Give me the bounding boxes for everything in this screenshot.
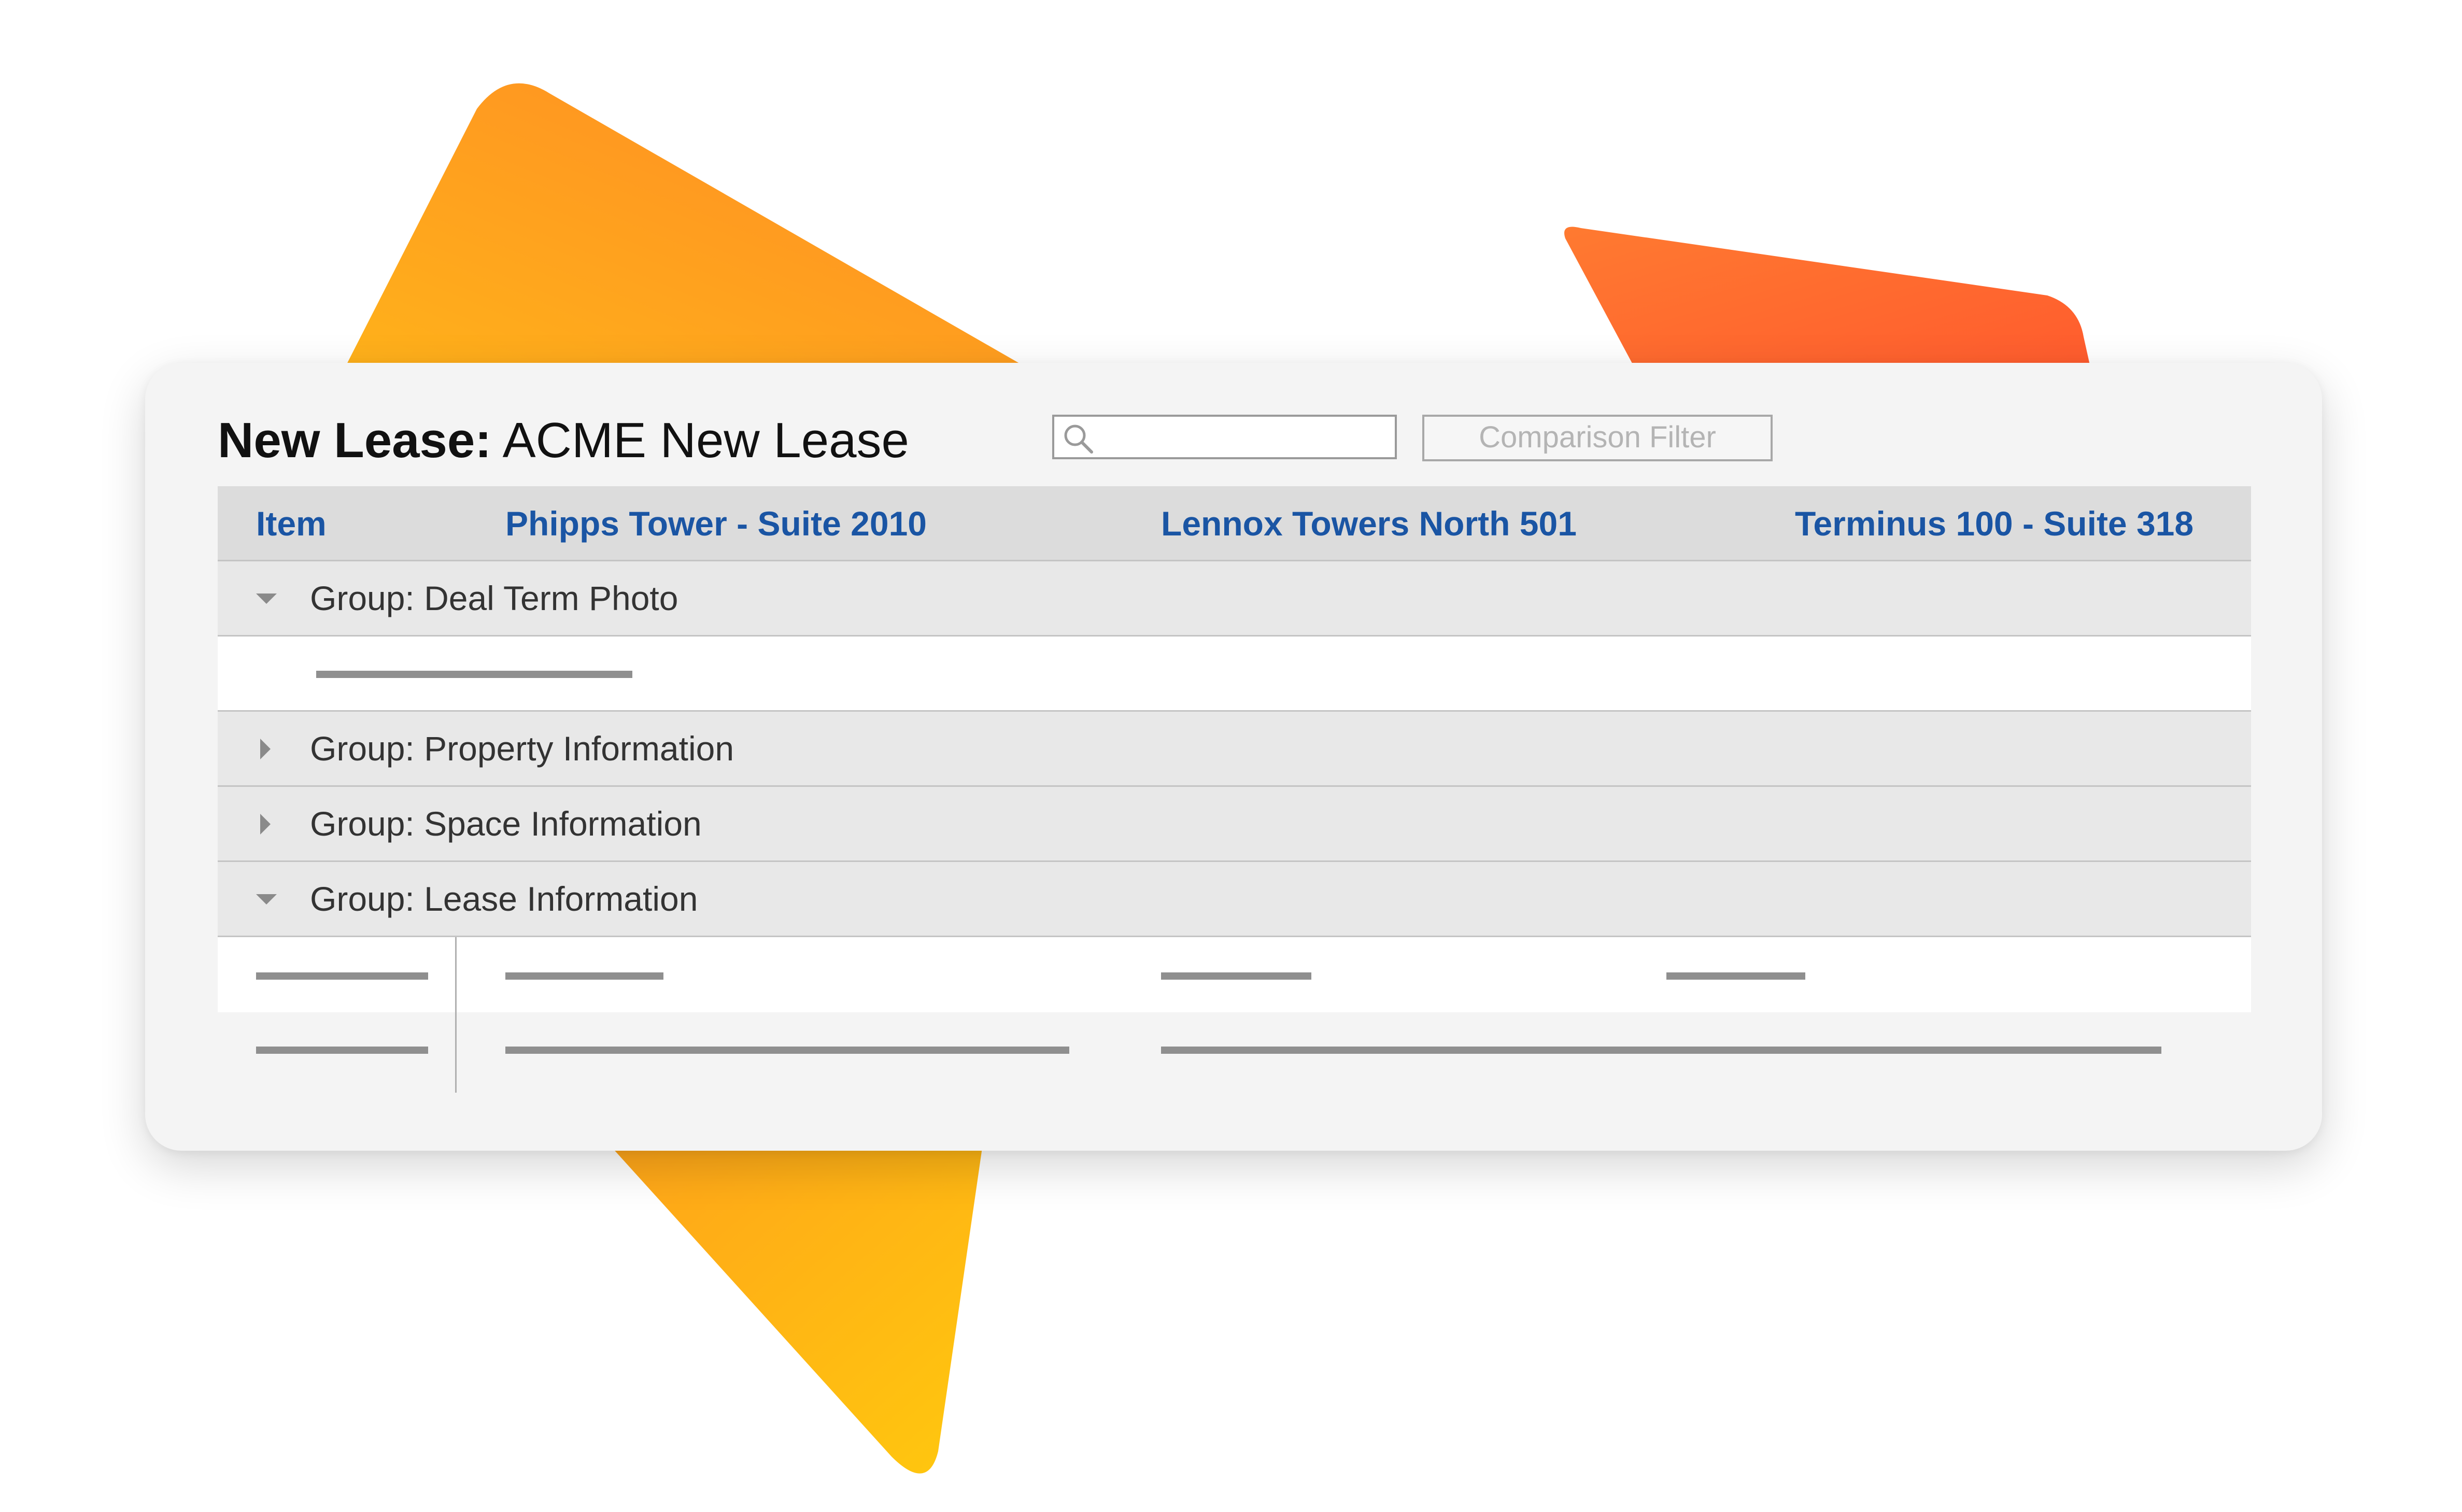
- column-header-lennox-towers[interactable]: Lennox Towers North 501: [1161, 486, 1577, 561]
- table-row: [218, 637, 2251, 712]
- red-orange-shape: [1564, 227, 2094, 384]
- column-header-item[interactable]: Item: [256, 486, 327, 561]
- search-icon: [1064, 425, 1093, 454]
- comparison-filter-button[interactable]: Comparison Filter: [1422, 415, 1773, 461]
- placeholder-bar: [256, 1047, 428, 1054]
- page-title: New Lease: ACME New Lease: [218, 409, 909, 472]
- table-header: Item Phipps Tower - Suite 2010 Lennox To…: [218, 486, 2251, 561]
- group-label: Group: Space Information: [310, 804, 702, 843]
- column-header-terminus[interactable]: Terminus 100 - Suite 318: [1795, 486, 2194, 561]
- table-row: [218, 937, 2251, 1012]
- placeholder-bar: [1161, 1047, 2161, 1054]
- placeholder-bar: [1161, 972, 1311, 980]
- group-row-space-information[interactable]: Group: Space Information: [218, 787, 2251, 862]
- placeholder-bar: [256, 972, 428, 980]
- caret-right-icon[interactable]: [260, 739, 271, 759]
- orange-triangle-shape: [342, 83, 1037, 373]
- group-label: Group: Lease Information: [310, 880, 698, 918]
- placeholder-bar: [1666, 972, 1805, 980]
- group-label: Group: Deal Term Photo: [310, 579, 678, 617]
- group-label: Group: Property Information: [310, 729, 734, 768]
- table-row: [218, 1012, 2251, 1093]
- group-row-lease-information[interactable]: Group: Lease Information: [218, 862, 2251, 937]
- caret-down-icon[interactable]: [256, 594, 277, 604]
- placeholder-bar: [505, 1047, 1069, 1054]
- group-row-property-information[interactable]: Group: Property Information: [218, 712, 2251, 787]
- placeholder-bar: [316, 671, 632, 678]
- search-input[interactable]: [1052, 415, 1397, 459]
- column-header-phipps-tower[interactable]: Phipps Tower - Suite 2010: [505, 486, 927, 561]
- caret-down-icon[interactable]: [256, 894, 277, 905]
- column-divider: [455, 1012, 457, 1093]
- placeholder-bar: [505, 972, 663, 980]
- caret-right-icon[interactable]: [260, 814, 271, 835]
- title-name: ACME New Lease: [502, 413, 909, 468]
- comparison-table: Item Phipps Tower - Suite 2010 Lennox To…: [218, 486, 2251, 1093]
- column-divider: [455, 937, 457, 1012]
- yellow-triangle-shape: [596, 1130, 985, 1474]
- group-row-deal-term-photo[interactable]: Group: Deal Term Photo: [218, 561, 2251, 637]
- title-label: New Lease:: [218, 413, 492, 468]
- comparison-panel: New Lease: ACME New Lease Comparison Fil…: [145, 363, 2322, 1151]
